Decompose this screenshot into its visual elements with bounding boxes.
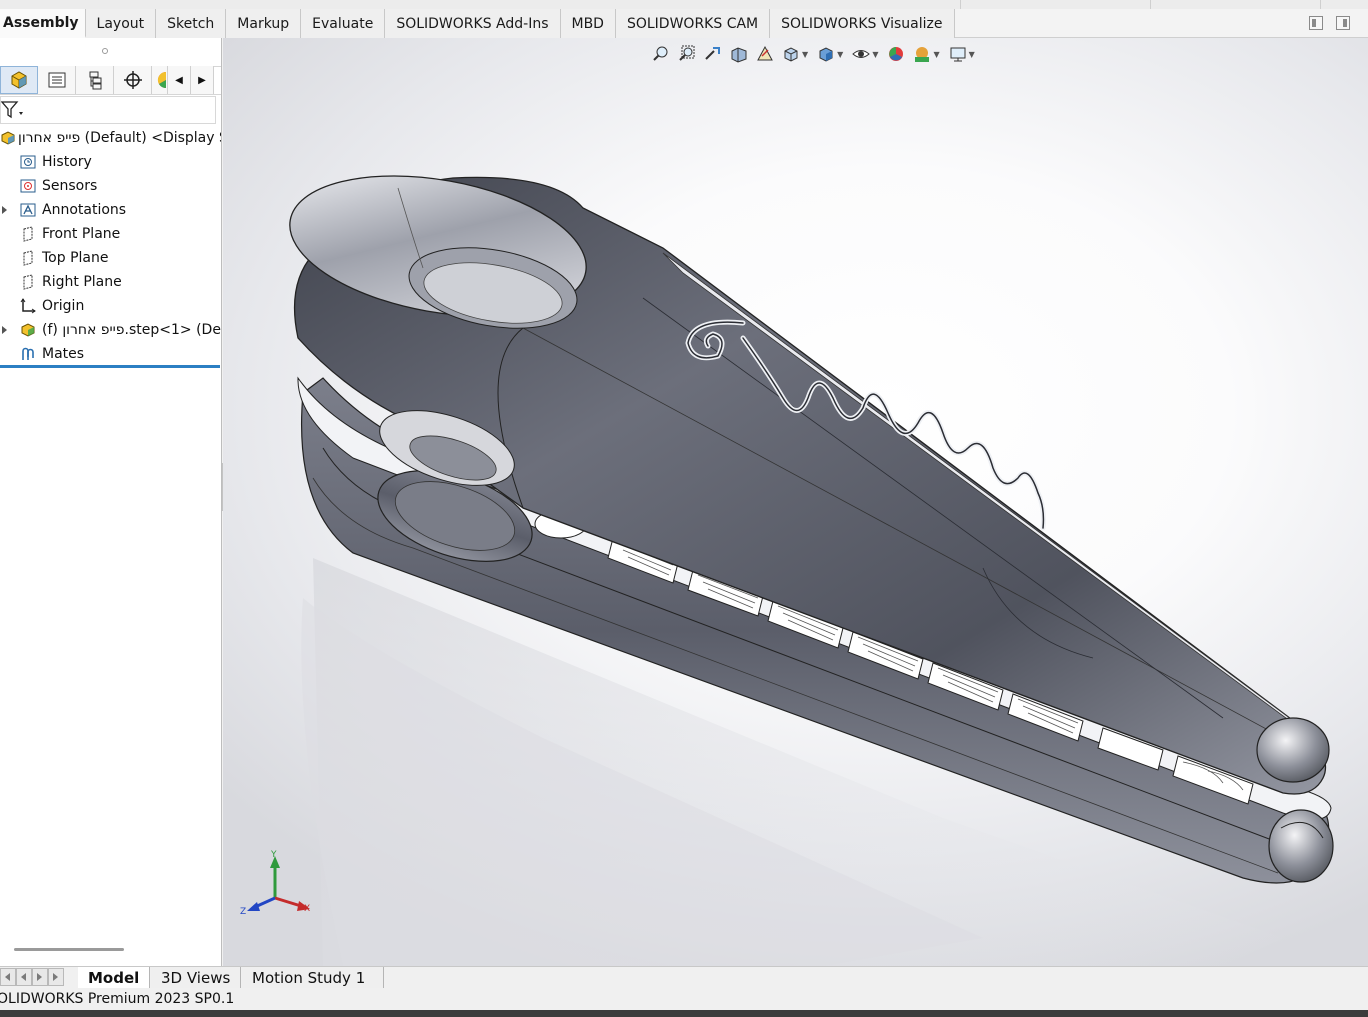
- status-text: OLIDWORKS Premium 2023 SP0.1: [0, 991, 235, 1007]
- taskbar-edge: [0, 1010, 1368, 1017]
- plane-icon: [23, 250, 33, 266]
- configuration-manager-tab-icon[interactable]: [76, 66, 114, 94]
- tree-root-label: פייפ אחרון (Default) <Display S: [18, 130, 221, 146]
- dimxpert-tab-icon[interactable]: [114, 66, 152, 94]
- tree-item-right-plane[interactable]: Right Plane: [0, 270, 221, 294]
- model-render[interactable]: Y X Z: [223, 38, 1368, 966]
- tab-cam[interactable]: SOLIDWORKS CAM: [615, 9, 771, 38]
- annotations-icon: [20, 203, 36, 217]
- expand-icon[interactable]: [2, 206, 7, 214]
- plane-icon: [23, 274, 33, 290]
- tab-evaluate[interactable]: Evaluate: [301, 9, 386, 38]
- tab-sketch[interactable]: Sketch: [156, 9, 227, 38]
- mates-icon: [22, 347, 34, 360]
- reference-triad: Y X Z: [240, 850, 310, 917]
- tree-item-annotations[interactable]: Annotations: [0, 198, 221, 222]
- tab-model[interactable]: Model: [78, 967, 151, 988]
- collapse-left-icon[interactable]: [1309, 16, 1323, 30]
- tabs-scroll-right-icon[interactable]: ▶: [191, 66, 214, 94]
- title-strip: [0, 0, 1368, 9]
- graphics-area[interactable]: ▼ ▼ ▼ ▼ ▼ Y X Z: [223, 38, 1368, 966]
- tree-item-part-step[interactable]: (f) פייפ אחרון.step<1> (Def: [0, 318, 221, 342]
- tabs-scroll-left-icon[interactable]: ◀: [168, 66, 191, 94]
- assembly-icon: [1, 131, 15, 145]
- tree-item-label: Right Plane: [42, 274, 122, 290]
- manager-tabs: ◀ ▶: [0, 66, 221, 95]
- next-tab-icon[interactable]: [32, 968, 48, 986]
- tree-item-front-plane[interactable]: Front Plane: [0, 222, 221, 246]
- tree-item-label: Origin: [42, 298, 85, 314]
- panel-grip[interactable]: [0, 38, 221, 67]
- tree-item-label: Mates: [42, 346, 85, 362]
- tab-motion-study[interactable]: Motion Study 1: [242, 967, 384, 988]
- prev-tab-icon[interactable]: [16, 968, 32, 986]
- tree-item-label: Sensors: [42, 178, 98, 194]
- triad-y-label: Y: [270, 850, 277, 860]
- collapse-right-icon[interactable]: [1336, 16, 1350, 30]
- feature-manager-tab-icon[interactable]: [0, 66, 38, 94]
- tree-item-label: (f) פייפ אחרון.step<1> (Def: [42, 322, 221, 338]
- tree-item-label: History: [42, 154, 92, 170]
- tree-item-mates[interactable]: Mates: [0, 342, 221, 366]
- feature-manager-panel: ◀ ▶ פייפ אחרון (Default) <Display S Hist…: [0, 38, 222, 966]
- last-tab-icon[interactable]: [48, 968, 64, 986]
- filter-icon[interactable]: [1, 100, 25, 120]
- origin-icon: [20, 298, 36, 314]
- tab-layout[interactable]: Layout: [85, 9, 157, 38]
- tab-mbd[interactable]: MBD: [560, 9, 616, 38]
- first-tab-icon[interactable]: [0, 968, 16, 986]
- expand-icon[interactable]: [2, 326, 7, 334]
- command-manager: Assembly Layout Sketch Markup Evaluate S…: [0, 0, 1368, 38]
- plane-icon: [23, 226, 33, 242]
- tree-item-history[interactable]: History: [0, 150, 221, 174]
- part-icon: [21, 323, 35, 337]
- triad-z-label: Z: [240, 907, 246, 917]
- panel-horizontal-scrollbar[interactable]: [14, 948, 124, 951]
- tree-item-origin[interactable]: Origin: [0, 294, 221, 318]
- tree-item-top-plane[interactable]: Top Plane: [0, 246, 221, 270]
- tree-filter[interactable]: [0, 96, 216, 124]
- feature-tree: פייפ אחרון (Default) <Display S History …: [0, 126, 221, 366]
- tree-root[interactable]: פייפ אחרון (Default) <Display S: [0, 126, 221, 150]
- tree-item-label: Top Plane: [42, 250, 109, 266]
- tree-item-sensors[interactable]: Sensors: [0, 174, 221, 198]
- bottom-tab-bar: Model 3D Views Motion Study 1: [0, 966, 1368, 988]
- tab-3d-views[interactable]: 3D Views: [151, 967, 242, 988]
- sensor-icon: [20, 179, 36, 193]
- tree-item-label: Annotations: [42, 202, 127, 218]
- tree-rollback-bar[interactable]: [0, 365, 220, 368]
- property-manager-tab-icon[interactable]: [38, 66, 76, 94]
- history-icon: [20, 155, 36, 169]
- tab-visualize[interactable]: SOLIDWORKS Visualize: [770, 9, 955, 38]
- command-tabs: Assembly Layout Sketch Markup Evaluate S…: [0, 9, 955, 38]
- tab-assembly[interactable]: Assembly: [0, 9, 86, 38]
- tab-addins[interactable]: SOLIDWORKS Add-Ins: [385, 9, 561, 38]
- tab-nav-arrows: [0, 968, 64, 986]
- tree-item-label: Front Plane: [42, 226, 121, 242]
- display-manager-tab-icon[interactable]: [152, 66, 168, 94]
- tab-markup[interactable]: Markup: [226, 9, 302, 38]
- status-bar: OLIDWORKS Premium 2023 SP0.1: [0, 988, 1368, 1010]
- triad-x-label: X: [304, 904, 310, 914]
